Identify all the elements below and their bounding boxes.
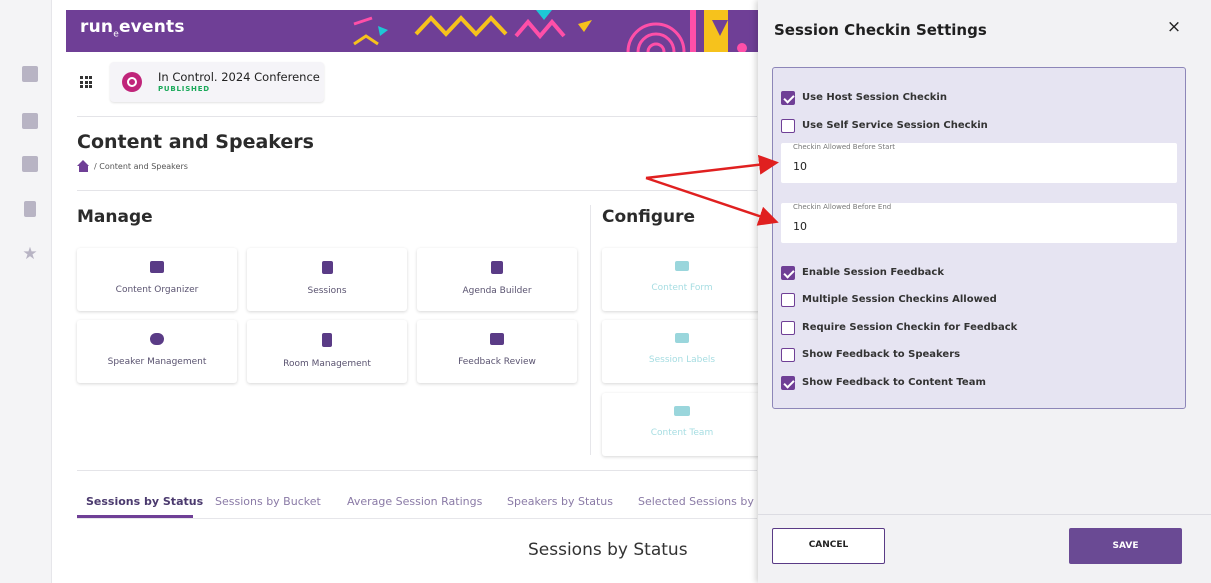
checkbox[interactable] <box>781 376 795 390</box>
home-icon[interactable] <box>77 160 90 172</box>
tab-sessions-by-status[interactable]: Sessions by Status <box>86 495 203 508</box>
checkin-before-end-input[interactable] <box>793 217 1163 235</box>
breadcrumb: / Content and Speakers <box>94 162 188 171</box>
event-status-badge: PUBLISHED <box>158 85 210 93</box>
clipboard-rail-icon[interactable] <box>24 201 36 217</box>
option-label: Multiple Session Checkins Allowed <box>802 294 997 305</box>
app-logo[interactable]: runeevents <box>80 17 185 39</box>
divider <box>77 470 757 471</box>
tile-speaker-management[interactable]: Speaker Management <box>77 320 237 383</box>
configure-title: Configure <box>602 207 696 227</box>
tab-sessions-by-bucket[interactable]: Sessions by Bucket <box>215 495 321 508</box>
divider <box>77 190 757 191</box>
field-label: Checkin Allowed Before Start <box>793 143 896 151</box>
arrow-to-start-field <box>645 154 779 180</box>
label-icon <box>675 333 689 343</box>
chat-icon <box>490 333 504 345</box>
calendar-icon <box>491 261 503 274</box>
tile-label: Session Labels <box>648 355 716 365</box>
option-label: Show Feedback to Content Team <box>802 377 986 388</box>
apps-grid-icon[interactable] <box>80 76 92 88</box>
team-icon <box>674 406 690 416</box>
tile-feedback-review[interactable]: Feedback Review <box>417 320 577 383</box>
close-icon[interactable]: × <box>1166 17 1182 37</box>
divider <box>77 116 757 117</box>
checkbox[interactable] <box>781 293 795 307</box>
image-rail-icon[interactable] <box>22 113 38 129</box>
tile-label: Sessions <box>307 286 347 296</box>
section-divider <box>590 205 591 455</box>
tile-label: Content Form <box>651 283 713 293</box>
tile-agenda-builder[interactable]: Agenda Builder <box>417 248 577 311</box>
checkbox[interactable] <box>781 348 795 362</box>
checkin-before-start-field[interactable]: Checkin Allowed Before Start <box>781 143 1177 183</box>
manage-title: Manage <box>77 207 153 227</box>
tile-content-form[interactable]: Content Form <box>602 248 762 311</box>
tile-room-management[interactable]: Room Management <box>247 320 407 383</box>
option-label: Enable Session Feedback <box>802 267 944 278</box>
tile-label: Content Organizer <box>115 285 199 295</box>
event-name: In Control. 2024 Conference <box>158 70 320 84</box>
list-box-icon <box>321 261 333 274</box>
checkbox[interactable] <box>781 321 795 335</box>
folder-rail-icon[interactable] <box>22 156 38 172</box>
tile-sessions[interactable]: Sessions <box>247 248 407 311</box>
checkbox[interactable] <box>781 266 795 280</box>
tab-average-session-ratings[interactable]: Average Session Ratings <box>347 495 482 508</box>
checkin-before-end-field[interactable]: Checkin Allowed Before End <box>781 203 1177 243</box>
door-icon <box>322 333 332 347</box>
chart-heading: Sessions by Status <box>528 540 688 560</box>
option-label: Show Feedback to Speakers <box>802 349 961 360</box>
page-title: Content and Speakers <box>77 131 314 153</box>
checkin-before-start-input[interactable] <box>793 157 1163 175</box>
star-rail-icon[interactable]: ★ <box>22 246 38 263</box>
checkbox[interactable] <box>781 119 795 133</box>
left-rail: ★ <box>0 0 52 583</box>
cancel-button[interactable]: CANCEL <box>772 528 885 564</box>
event-logo-icon <box>122 72 142 92</box>
chat-rail-icon[interactable] <box>22 66 38 82</box>
tab-selected-sessions[interactable]: Selected Sessions by L <box>638 495 764 508</box>
list-icon <box>675 261 689 271</box>
tile-content-organizer[interactable]: Content Organizer <box>77 248 237 311</box>
header-banner: runeevents <box>66 10 758 52</box>
tile-label: Content Team <box>650 428 714 438</box>
settings-box: Use Host Session Checkin Use Self Servic… <box>772 67 1186 409</box>
graduation-cap-icon <box>150 261 164 273</box>
tile-label: Agenda Builder <box>462 286 532 296</box>
event-selector[interactable]: In Control. 2024 Conference PUBLISHED <box>110 62 324 102</box>
tab-speakers-by-status[interactable]: Speakers by Status <box>507 495 613 508</box>
footer-divider <box>758 514 1211 515</box>
field-label: Checkin Allowed Before End <box>793 203 892 211</box>
tile-label: Room Management <box>283 359 371 369</box>
session-checkin-settings-panel: Session Checkin Settings × Use Host Sess… <box>758 0 1211 583</box>
checkbox[interactable] <box>781 91 795 105</box>
tab-divider <box>77 518 757 519</box>
panel-title: Session Checkin Settings <box>774 21 987 39</box>
option-label: Use Self Service Session Checkin <box>802 120 988 131</box>
option-label: Use Host Session Checkin <box>802 92 947 103</box>
tile-label: Speaker Management <box>107 357 207 367</box>
option-label: Require Session Checkin for Feedback <box>802 322 1018 333</box>
tile-label: Feedback Review <box>458 357 536 367</box>
save-button[interactable]: SAVE <box>1069 528 1182 564</box>
tile-session-labels[interactable]: Session Labels <box>602 320 762 383</box>
tile-content-team[interactable]: Content Team <box>602 393 762 456</box>
people-icon <box>150 333 164 345</box>
